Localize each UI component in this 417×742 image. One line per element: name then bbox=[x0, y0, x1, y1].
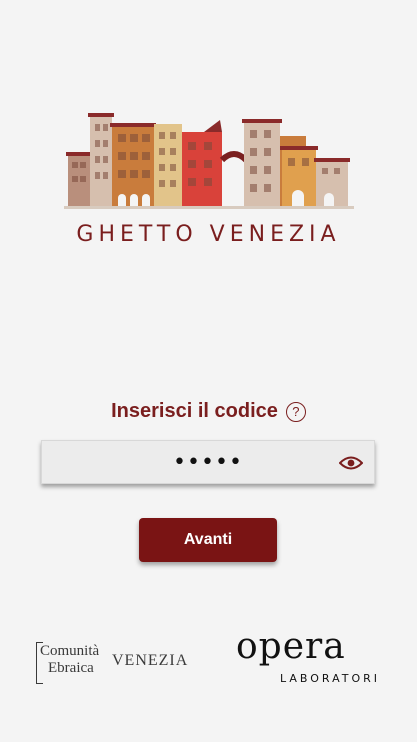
comunita-word: Comunità bbox=[40, 643, 100, 659]
avanti-button[interactable]: Avanti bbox=[139, 518, 277, 562]
eye-icon[interactable] bbox=[339, 454, 363, 472]
prompt-label: Inserisci il codice bbox=[111, 400, 278, 422]
laboratori-word: LABORATORI bbox=[280, 672, 381, 685]
opera-word: opera bbox=[236, 626, 346, 667]
question-circle-icon[interactable]: ? bbox=[285, 401, 306, 422]
ebraica-word: Ebraica bbox=[48, 660, 94, 676]
code-prompt: Inserisci il codice ? bbox=[0, 400, 417, 423]
code-input[interactable] bbox=[42, 441, 374, 483]
opera-laboratori-logo: opera LABORATORI bbox=[236, 626, 386, 690]
venezia-word: VENEZIA bbox=[112, 652, 189, 669]
comunita-ebraica-venezia-logo: Comunità Ebraica VENEZIA bbox=[36, 640, 191, 685]
ghetto-venezia-logo bbox=[64, 113, 354, 209]
code-field[interactable] bbox=[41, 440, 375, 484]
brand-title: GHETTO VENEZIA bbox=[76, 222, 341, 247]
